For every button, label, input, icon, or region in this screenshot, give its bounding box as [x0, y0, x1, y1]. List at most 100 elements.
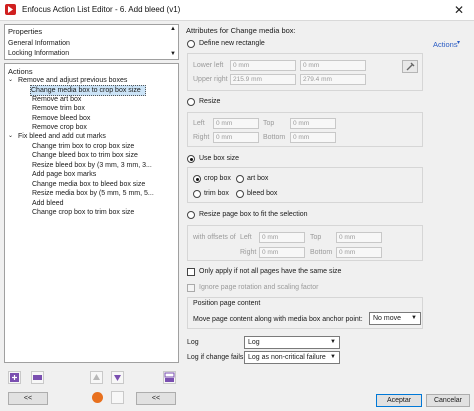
pick-rect-button[interactable] [402, 60, 418, 73]
resize-top-field[interactable]: 0 mm [290, 118, 336, 129]
attributes-title: Attributes for Change media box: [186, 26, 296, 35]
properties-item-general[interactable]: General Information [8, 39, 70, 48]
position-title: Position page content [193, 300, 261, 307]
log-fail-label: Log if change fails [187, 354, 244, 361]
tree-item[interactable]: Resize media box by (5 mm, 5 mm, 5... [32, 189, 154, 198]
chevron-down-icon: ▼ [411, 315, 417, 321]
resize-bottom-field[interactable]: 0 mm [290, 132, 336, 143]
tree-item[interactable]: Remove crop box [32, 123, 87, 132]
resize-right-field[interactable]: 0 mm [213, 132, 259, 143]
cancel-button[interactable]: Cancelar [426, 394, 470, 407]
app-icon [5, 4, 16, 15]
offsets-label: with offsets of [193, 234, 236, 241]
upper-right-y-field[interactable]: 279.4 mm [300, 74, 366, 85]
tree-item[interactable]: Remove art box [32, 95, 81, 104]
tree-item[interactable]: Change crop box to trim box size [32, 208, 134, 217]
only-apply-checkbox[interactable] [187, 268, 195, 276]
eyedropper-icon [406, 62, 415, 71]
art-box-radio[interactable] [236, 175, 244, 183]
properties-item-locking[interactable]: Locking Information [8, 49, 69, 58]
actions-header: Actions [8, 67, 33, 76]
tree-group-remove-adjust[interactable]: Remove and adjust previous boxes [18, 76, 127, 85]
tree-group-fix-bleed[interactable]: Fix bleed and add cut marks [18, 132, 106, 141]
tree-item[interactable]: Change trim box to crop box size [32, 142, 134, 151]
tree-item[interactable]: Change bleed box to trim box size [32, 151, 138, 160]
only-apply-label: Only apply if not all pages have the sam… [199, 268, 342, 275]
move-up-button[interactable] [90, 371, 103, 384]
next-button[interactable]: << [136, 392, 176, 405]
fit-left-label: Left [240, 234, 252, 241]
trim-box-radio[interactable] [193, 190, 201, 198]
bleed-box-label: bleed box [247, 190, 278, 197]
use-box-radio[interactable] [187, 155, 195, 163]
fit-left-field[interactable]: 0 mm [259, 232, 305, 243]
crop-box-radio[interactable] [193, 175, 201, 183]
remove-action-icon [33, 375, 42, 380]
crop-box-label: crop box [204, 175, 231, 182]
tree-item[interactable]: Remove trim box [32, 104, 85, 113]
use-box-group: crop box art box trim box bleed box [187, 167, 423, 203]
fit-bottom-field[interactable]: 0 mm [336, 247, 382, 258]
bleed-box-radio[interactable] [236, 190, 244, 198]
resize-radio[interactable] [187, 98, 195, 106]
ignore-rotation-checkbox[interactable] [187, 284, 195, 292]
resize-left-field[interactable]: 0 mm [213, 118, 259, 129]
resize-right-label: Right [193, 134, 210, 141]
log-label: Log [187, 339, 199, 346]
log-select[interactable]: Log ▼ [244, 336, 340, 349]
scroll-down-icon[interactable]: ▼ [170, 51, 176, 57]
tree-item[interactable]: Add bleed [32, 199, 64, 208]
resize-bottom-label: Bottom [263, 134, 286, 141]
add-action-button[interactable] [8, 371, 21, 384]
resize-fit-label: Resize page box to fit the selection [199, 211, 308, 218]
remove-action-button[interactable] [31, 371, 44, 384]
lower-left-x-field[interactable]: 0 mm [230, 60, 296, 71]
resize-fit-group: with offsets of Left 0 mm Top 0 mm Right… [187, 225, 423, 261]
use-box-label: Use box size [199, 155, 240, 162]
define-rect-label: Define new rectangle [199, 40, 265, 47]
actions-tree-panel: Actions ⌄ Remove and adjust previous box… [4, 63, 179, 363]
define-rect-group: Lower left 0 mm 0 mm Upper right 215.9 m… [187, 53, 423, 91]
move-down-button[interactable] [111, 371, 124, 384]
chevron-down-icon[interactable]: ⌄ [8, 76, 13, 85]
define-rect-radio[interactable] [187, 40, 195, 48]
anchor-select-value: No move [373, 315, 402, 322]
lower-left-y-field[interactable]: 0 mm [300, 60, 366, 71]
upper-right-x-field[interactable]: 215.9 mm [230, 74, 296, 85]
fit-top-label: Top [310, 234, 322, 241]
lower-left-label: Lower left [193, 62, 224, 69]
chevron-down-icon[interactable]: ▾ [457, 39, 460, 46]
resize-label: Resize [199, 98, 221, 105]
ignore-rotation-label: Ignore page rotation and scaling factor [199, 284, 319, 291]
log-fail-select-value: Log as non-critical failure [248, 354, 326, 361]
group-button[interactable] [163, 371, 176, 384]
log-select-value: Log [248, 339, 260, 346]
fire-icon[interactable] [92, 392, 103, 403]
art-box-label: art box [247, 175, 269, 182]
resize-left-label: Left [193, 120, 205, 127]
fit-top-field[interactable]: 0 mm [336, 232, 382, 243]
fit-bottom-label: Bottom [310, 249, 333, 256]
tree-item[interactable]: Remove bleed box [32, 114, 90, 123]
group-icon [164, 372, 175, 382]
anchor-select[interactable]: No move ▼ [369, 312, 421, 325]
log-fail-select[interactable]: Log as non-critical failure ▼ [244, 351, 340, 364]
tree-item[interactable]: Change media box to bleed box size [32, 180, 145, 189]
resize-fit-radio[interactable] [187, 211, 195, 219]
tree-item[interactable]: Add page box marks [32, 170, 96, 179]
resize-group: Left 0 mm Top 0 mm Right 0 mm Bottom 0 m… [187, 112, 423, 147]
accept-button[interactable]: Aceptar [376, 394, 422, 407]
prev-button[interactable]: << [8, 392, 48, 405]
scroll-up-icon[interactable]: ▲ [170, 26, 176, 32]
add-action-icon [10, 373, 19, 382]
close-icon[interactable]: ✕ [450, 3, 468, 17]
chevron-down-icon[interactable]: ⌄ [8, 132, 13, 141]
chevron-down-icon: ▼ [330, 339, 336, 345]
title-bar: Enfocus Action List Editor - 6. Add blee… [0, 0, 474, 21]
actions-link[interactable]: Actions [433, 40, 458, 49]
fit-right-field[interactable]: 0 mm [259, 247, 305, 258]
trim-box-label: trim box [204, 190, 229, 197]
tree-item[interactable]: Resize bleed box by (3 mm, 3 mm, 3... [32, 161, 152, 170]
disabled-tool-button[interactable] [111, 391, 124, 404]
resize-top-label: Top [263, 120, 275, 127]
